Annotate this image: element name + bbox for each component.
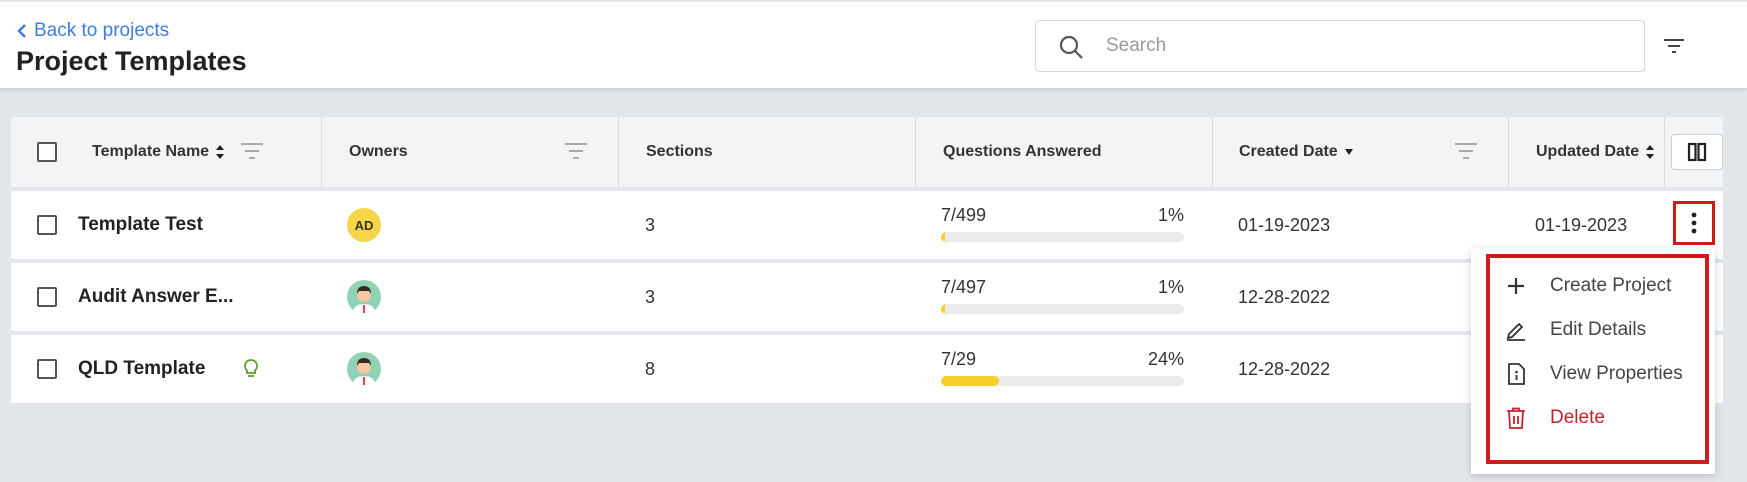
sections-count: 3 — [645, 286, 656, 307]
progress-fill — [941, 376, 1000, 386]
answered-count: 7/499 — [941, 205, 987, 225]
page-title: Project Templates — [16, 46, 247, 76]
person-avatar-icon — [347, 352, 381, 386]
filter-icon[interactable] — [563, 141, 589, 161]
avatar-initials: AD — [354, 217, 374, 233]
row-checkbox[interactable] — [37, 359, 57, 379]
column-divider[interactable] — [1212, 117, 1213, 187]
back-link-label: Back to projects — [34, 20, 170, 41]
plus-icon — [1504, 274, 1528, 298]
template-name[interactable]: Template Test — [78, 191, 203, 259]
table-row[interactable]: Template Test AD 3 7/499 1% 01-19-2023 0… — [11, 191, 1723, 259]
column-divider[interactable] — [1508, 117, 1509, 187]
column-header-template-name[interactable]: Template Name — [92, 117, 225, 187]
answered-count: 7/29 — [941, 349, 977, 369]
answered-count: 7/497 — [941, 277, 987, 297]
column-header-updated-date[interactable]: Updated Date — [1536, 117, 1655, 187]
owners-header-label: Owners — [349, 143, 408, 160]
table-row[interactable]: QLD Template 8 7/29 24% 12-28-2022 — [11, 335, 1723, 403]
lightbulb-icon — [244, 359, 258, 377]
column-settings-button[interactable] — [1671, 134, 1723, 170]
updated-date-header-label: Updated Date — [1536, 143, 1640, 160]
progress-fill — [941, 232, 945, 242]
progress-fill — [941, 304, 945, 314]
menu-item-create-project[interactable]: Create Project — [1490, 262, 1705, 310]
sort-icon[interactable] — [215, 144, 225, 160]
menu-item-label: Create Project — [1550, 275, 1672, 296]
filter-icon[interactable] — [239, 141, 265, 161]
template-name[interactable]: Audit Answer E... — [78, 263, 234, 331]
sections-count: 8 — [645, 358, 656, 379]
answered-percent: 1% — [1157, 205, 1184, 225]
sections-header-label: Sections — [646, 143, 713, 160]
pencil-icon — [1504, 318, 1528, 342]
created-date-header-label: Created Date — [1239, 143, 1338, 160]
created-date: 01-19-2023 — [1238, 214, 1331, 235]
table-header: Template Name Owners Sections Questions … — [11, 117, 1723, 187]
questions-progress: 7/499 1% — [941, 205, 1184, 242]
search-box — [1035, 20, 1684, 72]
filter-icon[interactable] — [1453, 141, 1479, 161]
person-avatar-icon — [347, 280, 381, 314]
menu-item-label: View Properties — [1550, 363, 1683, 384]
chevron-left-icon — [17, 24, 26, 38]
row-checkbox[interactable] — [37, 215, 57, 235]
columns-icon — [1687, 142, 1707, 162]
select-all-checkbox[interactable] — [37, 142, 57, 162]
menu-highlight-box: Create Project Edit Details View Propert… — [1486, 254, 1709, 464]
questions-progress: 7/29 24% — [941, 349, 1184, 386]
menu-item-label: Edit Details — [1550, 319, 1647, 340]
column-header-questions-answered: Questions Answered — [943, 117, 1102, 187]
filter-icon — [1663, 39, 1684, 53]
answered-percent: 24% — [1147, 349, 1184, 369]
column-header-sections: Sections — [646, 117, 713, 187]
menu-item-view-properties[interactable]: View Properties — [1490, 350, 1705, 398]
row-checkbox[interactable] — [37, 287, 57, 307]
avatar: AD — [347, 208, 381, 242]
column-divider[interactable] — [321, 117, 322, 187]
sections-count: 3 — [645, 214, 656, 235]
created-date: 12-28-2022 — [1238, 358, 1331, 379]
menu-item-delete[interactable]: Delete — [1490, 394, 1705, 442]
progress-bar — [941, 232, 1184, 242]
progress-bar — [941, 304, 1184, 314]
column-divider[interactable] — [618, 117, 619, 187]
questions-progress: 7/497 1% — [941, 277, 1184, 314]
more-vertical-icon — [1691, 212, 1697, 234]
menu-item-edit-details[interactable]: Edit Details — [1490, 306, 1705, 354]
trash-icon — [1504, 406, 1528, 430]
back-to-projects-link[interactable]: Back to projects — [16, 20, 169, 42]
filter-button[interactable] — [1644, 21, 1702, 71]
created-date: 12-28-2022 — [1238, 286, 1331, 307]
answered-percent: 1% — [1157, 277, 1184, 297]
row-actions-menu: Create Project Edit Details View Propert… — [1471, 248, 1715, 474]
template-name[interactable]: QLD Template — [78, 335, 205, 403]
progress-bar — [941, 376, 1184, 386]
menu-item-label: Delete — [1550, 407, 1605, 428]
sort-desc-icon[interactable] — [1344, 148, 1354, 156]
table-row[interactable]: Audit Answer E... 3 7/497 1% 12-28-2022 — [11, 263, 1723, 331]
search-icon — [1059, 35, 1083, 59]
column-header-created-date[interactable]: Created Date — [1239, 117, 1354, 187]
row-actions-button[interactable] — [1673, 201, 1715, 245]
template-name-header-label: Template Name — [92, 143, 210, 160]
page-header: Back to projects Project Templates — [0, 0, 1747, 88]
search-input[interactable] — [1106, 31, 1566, 61]
column-header-owners: Owners — [349, 117, 408, 187]
column-divider — [1664, 117, 1665, 187]
column-divider[interactable] — [915, 117, 916, 187]
info-document-icon — [1504, 362, 1528, 386]
questions-answered-header-label: Questions Answered — [943, 143, 1102, 160]
sort-icon[interactable] — [1645, 144, 1655, 160]
